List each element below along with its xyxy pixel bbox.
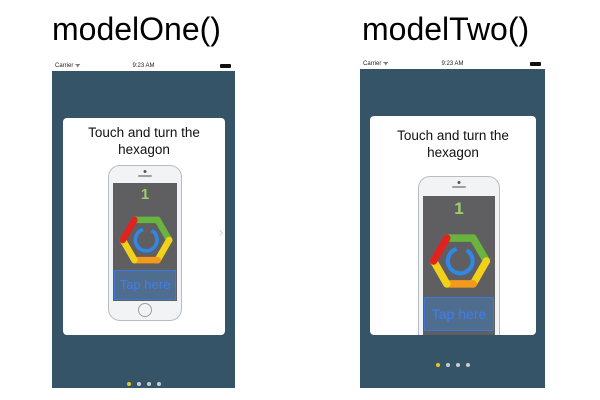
hexagon-edges	[119, 216, 173, 264]
hexagon-edges	[429, 234, 491, 288]
tap-here-button: Tap here	[114, 270, 176, 300]
battery-icon	[220, 64, 231, 68]
hexagon-rotate-icon	[429, 234, 491, 288]
page-dot[interactable]	[137, 382, 141, 386]
page-dot[interactable]	[435, 363, 440, 367]
phone-illustration: 1 Tap here	[108, 165, 182, 321]
model-one-screen: Carrier ᯤ 9:23 AM Touch and turn the hex…	[52, 62, 235, 388]
chevron-right-icon[interactable]: ›	[218, 226, 224, 240]
card-title: Touch and turn the hexagon	[63, 124, 225, 158]
hex-edge-lower-right	[469, 234, 491, 265]
clock-label: 9:23 AM	[132, 63, 155, 69]
page-indicator[interactable]	[360, 363, 545, 367]
game-screen: 1 Tap here	[113, 183, 177, 301]
page-dot[interactable]	[455, 363, 460, 367]
model-one-heading: modelOne()	[52, 11, 221, 47]
hex-edge-upper-left	[119, 236, 138, 264]
card-title-line-1: Touch and turn the	[397, 128, 509, 143]
hex-edge-top	[119, 216, 138, 244]
model-two-heading: modelTwo()	[362, 11, 530, 47]
status-bar: Carrier ᯤ 9:23 AM	[52, 62, 235, 71]
rotate-arrow-icon	[133, 227, 159, 253]
page-dot[interactable]	[127, 382, 131, 386]
game-screen: 1 Tap here	[423, 196, 495, 335]
battery-icon	[530, 62, 541, 66]
tap-here-button: Tap here	[424, 297, 494, 331]
score-label: 1	[140, 186, 150, 203]
card-title-line-2: hexagon	[118, 142, 170, 157]
page-dot[interactable]	[147, 382, 151, 386]
speaker-icon	[138, 175, 152, 177]
rotate-arrow-icon	[445, 247, 475, 276]
hex-edge-bottom	[154, 236, 173, 264]
page-dot[interactable]	[465, 363, 470, 367]
hexagon-rotate-icon	[119, 216, 173, 264]
page-dot[interactable]	[157, 382, 161, 386]
onboarding-card[interactable]: Touch and turn the hexagon 1 Tap here	[63, 118, 225, 386]
clock-label: 9:23 AM	[441, 61, 464, 67]
card-title: Touch and turn the hexagon	[370, 127, 536, 161]
onboarding-card[interactable]: Touch and turn the hexagon 1 Tap here	[370, 116, 536, 335]
page-dot[interactable]	[445, 363, 450, 367]
camera-icon	[143, 170, 147, 173]
model-two-screen: Carrier ᯤ 9:23 AM Touch and turn the hex…	[360, 60, 545, 388]
phone-illustration: 1 Tap here	[418, 176, 500, 335]
hex-edge-bottom	[469, 257, 491, 288]
hex-edge-upper-left	[429, 257, 451, 288]
hex-edge-top	[429, 234, 451, 265]
speaker-icon	[452, 186, 466, 188]
home-button-icon	[138, 303, 152, 317]
card-title-line-2: hexagon	[427, 145, 479, 160]
status-bar: Carrier ᯤ 9:23 AM	[360, 60, 545, 69]
camera-icon	[457, 181, 461, 184]
card-title-line-1: Touch and turn the	[88, 125, 200, 140]
hex-edge-lower-right	[154, 216, 173, 244]
score-label: 1	[454, 199, 464, 218]
page-indicator[interactable]	[63, 382, 225, 386]
